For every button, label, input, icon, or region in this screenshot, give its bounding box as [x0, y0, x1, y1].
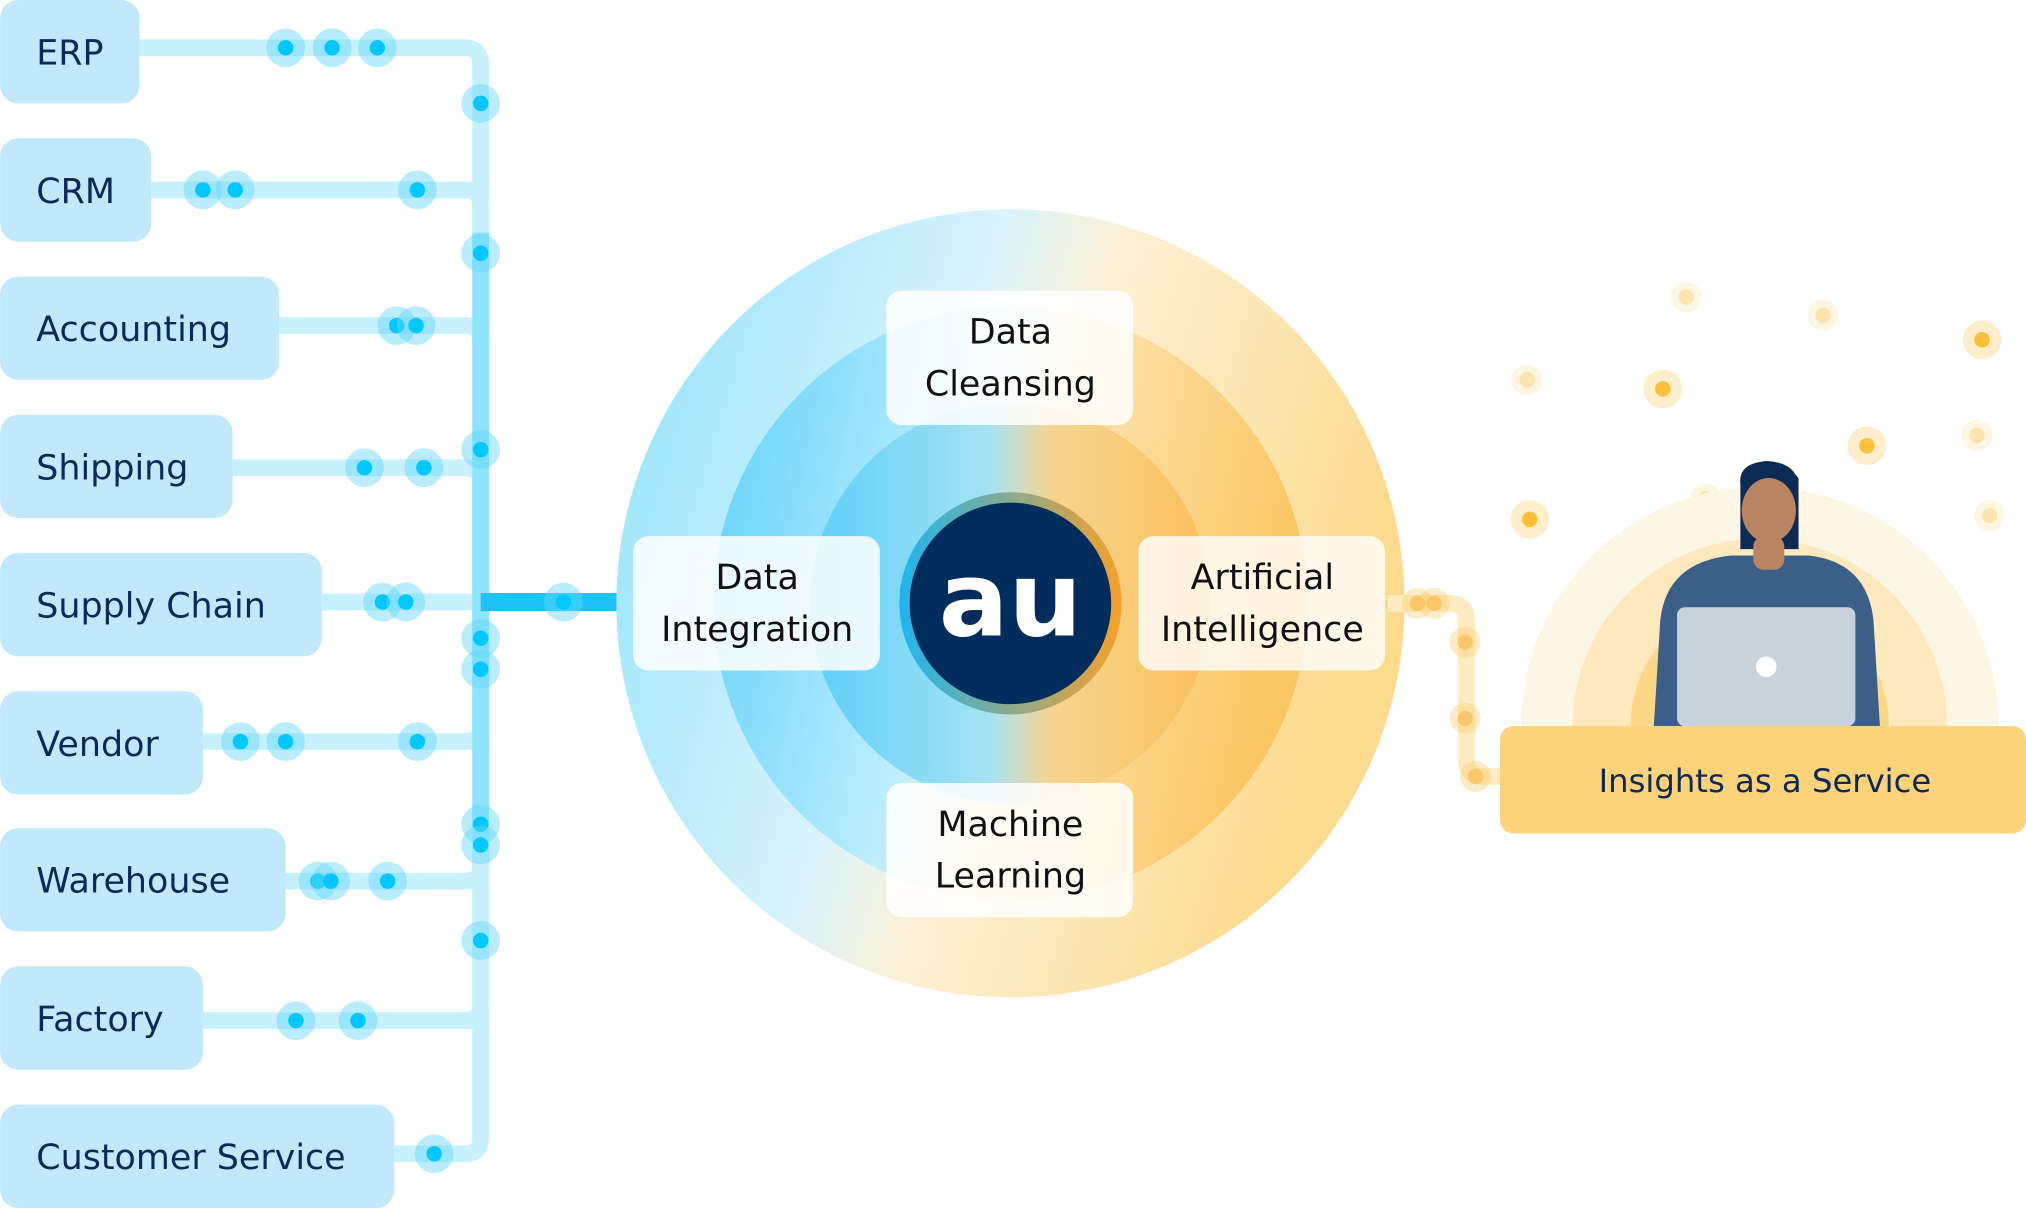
source-box-factory: Factory	[0, 966, 203, 1070]
source-box-warehouse: Warehouse	[0, 828, 286, 932]
flow-dot	[1815, 307, 1831, 323]
flow-dot	[1467, 768, 1484, 785]
flow-dot	[379, 873, 396, 889]
source-label: Customer Service	[36, 1138, 345, 1178]
stage-artificial-intelligence: Artificial Intelligence	[1138, 536, 1386, 671]
stage-label: Data	[969, 313, 1052, 353]
stage-machine-learning: Machine Learning	[886, 782, 1134, 918]
flow-dot	[409, 733, 426, 750]
analyst-illustration	[1520, 461, 1999, 727]
stage-label: Integration	[661, 610, 853, 650]
flow-dot	[195, 182, 211, 198]
data-flow-diagram: ERP CRM Accounting Shipping Supply Chain Vend…	[0, 0, 2026, 1208]
flow-dot	[426, 1145, 442, 1162]
flow-dot	[1457, 710, 1473, 727]
flow-dot	[1969, 427, 1985, 444]
flow-dot	[1655, 381, 1671, 397]
source-box-erp: ERP	[0, 0, 140, 104]
flow-dot	[472, 661, 489, 677]
output-line	[1387, 594, 1506, 785]
flow-dot	[369, 40, 386, 56]
flow-dot	[408, 317, 424, 334]
source-box-customer-service: Customer Service	[0, 1104, 395, 1208]
stage-data-cleansing: Data Cleansing	[886, 290, 1134, 426]
flow-dot	[1859, 437, 1875, 454]
flow-dot	[323, 873, 339, 889]
stage-label: Learning	[935, 857, 1086, 897]
flow-dot	[227, 182, 243, 198]
source-label: Supply Chain	[36, 587, 266, 627]
flow-dot	[1974, 332, 1990, 348]
flow-dot	[1426, 595, 1442, 612]
stage-data-integration: Data Integration	[633, 536, 880, 671]
flow-dot	[472, 837, 489, 853]
flow-dot	[277, 733, 294, 750]
logo-text: au	[939, 541, 1082, 661]
source-label: ERP	[36, 34, 103, 74]
source-label: Vendor	[36, 725, 159, 765]
flow-dot	[472, 95, 489, 112]
stage-label: Data	[716, 558, 799, 598]
flow-dot	[1457, 634, 1473, 650]
flow-dot	[416, 459, 432, 476]
stage-label: Intelligence	[1161, 610, 1364, 650]
flow-dot	[1519, 372, 1535, 388]
flow-dot	[1522, 511, 1538, 528]
source-label: Factory	[36, 1000, 163, 1040]
source-box-crm: CRM	[0, 138, 152, 242]
source-label: Warehouse	[36, 862, 230, 902]
flow-dot	[350, 1012, 366, 1029]
stage-label: Cleansing	[925, 364, 1096, 404]
flow-dot	[288, 1012, 304, 1029]
source-box-accounting: Accounting	[0, 276, 280, 380]
flow-dot	[472, 932, 489, 949]
hub: au Data Cleansing Data Integration Artif…	[616, 209, 1405, 998]
source-box-supply-chain: Supply Chain	[0, 552, 322, 657]
flow-dot	[1678, 289, 1694, 305]
source-label: Shipping	[36, 448, 188, 488]
source-box-shipping: Shipping	[0, 414, 233, 519]
flow-dot	[277, 40, 294, 56]
flow-dot	[409, 182, 426, 198]
flow-dot	[324, 40, 340, 56]
flow-dot	[472, 630, 489, 646]
source-box-vendor: Vendor	[0, 691, 203, 795]
stage-label: Artificial	[1191, 558, 1334, 598]
source-label: CRM	[36, 172, 115, 212]
insights-label: Insights as a Service	[1599, 762, 1932, 800]
flow-dot	[398, 594, 414, 610]
flow-dot	[555, 594, 572, 610]
flow-dot	[472, 245, 489, 261]
flow-dot	[356, 459, 373, 476]
flow-dot	[472, 441, 489, 458]
insights-box: Insights as a Service	[1500, 726, 2026, 834]
flow-dot	[232, 733, 249, 750]
source-label: Accounting	[36, 310, 231, 350]
stage-label: Machine	[937, 805, 1083, 845]
flow-dot	[1981, 507, 1998, 524]
